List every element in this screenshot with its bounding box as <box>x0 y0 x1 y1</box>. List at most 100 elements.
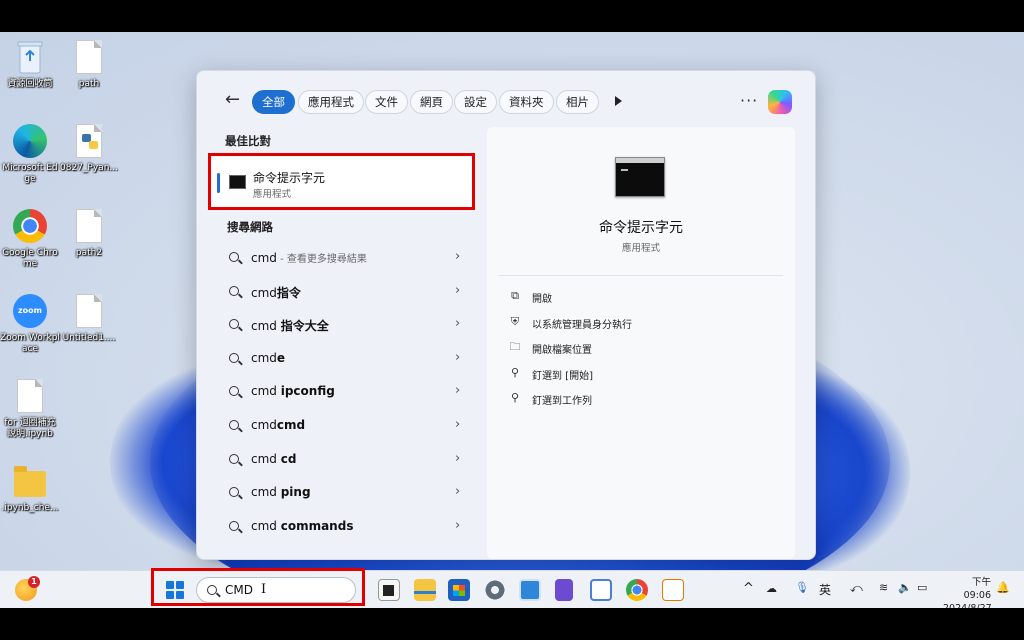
annotation-highlight-search-box <box>151 568 365 606</box>
suggestion-text: ipconfig <box>280 384 335 399</box>
web-result-row[interactable]: cmdcmd › <box>219 412 469 442</box>
web-result-row[interactable]: cmd commands › <box>219 513 469 543</box>
notification-badge: 1 <box>28 576 40 588</box>
action-label: 釘選到工作列 <box>532 396 592 407</box>
folder-icon: 🗀 <box>509 340 521 353</box>
desktop-icon-zoom[interactable]: zoom Zoom Workplace <box>0 292 60 355</box>
search-icon <box>229 420 239 430</box>
desktop-icon-label: Zoom Workplace <box>0 333 60 354</box>
search-icon <box>229 487 239 498</box>
top-letterbox <box>0 0 1024 32</box>
web-result-text: cmd 指令大全 <box>251 317 329 334</box>
notepad-icon[interactable] <box>590 579 612 601</box>
query-text: cmd <box>251 251 277 265</box>
search-icon <box>229 386 239 397</box>
bottom-letterbox <box>0 608 1024 640</box>
web-result-row[interactable]: cmd - 查看更多搜尋結果 › <box>219 244 469 274</box>
action-pin-to-start[interactable]: ⚲ 釘選到 [開始] <box>509 364 769 384</box>
chevron-right-icon: › <box>455 282 461 298</box>
web-result-text: cmdcmd <box>251 418 305 432</box>
tab-web[interactable]: 網頁 <box>410 90 453 114</box>
action-label: 以系統管理員身分執行 <box>532 320 632 331</box>
web-result-row[interactable]: cmd ping › <box>219 479 469 509</box>
chevron-right-icon: › <box>455 383 461 399</box>
tab-all[interactable]: 全部 <box>252 90 295 114</box>
desktop-icon-untitled[interactable]: Untitled1.... <box>59 292 119 344</box>
settings-gear-icon[interactable] <box>484 579 506 601</box>
desktop-icon-edge[interactable]: Microsoft Edge <box>0 122 60 185</box>
ime-language-indicator[interactable]: 英 <box>819 581 831 598</box>
desktop-icon-label: .ipynb_che... <box>1 503 59 513</box>
copilot-icon[interactable] <box>768 90 792 114</box>
detail-app-type: 應用程式 <box>621 243 660 254</box>
query-text: cmd <box>251 319 281 334</box>
more-options-icon[interactable]: ··· <box>740 91 758 110</box>
tab-apps[interactable]: 應用程式 <box>298 90 364 114</box>
web-result-row[interactable]: cmd 指令大全 › <box>219 311 469 341</box>
suggestion-text: cd <box>280 451 297 466</box>
chevron-right-icon: › <box>455 349 461 365</box>
desktop-icon-path2[interactable]: path2 <box>59 207 119 259</box>
action-run-as-admin[interactable]: ⛨ 以系統管理員身分執行 <box>509 313 769 333</box>
command-prompt-large-icon <box>615 157 665 197</box>
paint-icon[interactable] <box>662 579 684 601</box>
desktop-icon-label: Google Chrome <box>2 248 58 269</box>
suggestion-suffix: - 查看更多搜尋結果 <box>276 254 367 265</box>
chrome-taskbar-icon[interactable] <box>626 579 648 601</box>
action-open-file-location[interactable]: 🗀 開啟檔案位置 <box>509 338 769 358</box>
tab-documents[interactable]: 文件 <box>365 90 408 114</box>
tab-settings[interactable]: 設定 <box>454 90 497 114</box>
detail-app-name: 命令提示字元 <box>599 220 683 236</box>
task-view-icon[interactable] <box>378 579 400 601</box>
desktop-icon-checkpoints-folder[interactable]: .ipynb_che... <box>0 462 60 514</box>
web-result-row[interactable]: cmd cd › <box>219 446 469 476</box>
photos-app-icon[interactable] <box>519 579 541 601</box>
search-icon <box>229 319 239 330</box>
desktop-icon-ipynb[interactable]: for 迴圈補充 說明.ipynb <box>0 377 60 440</box>
volume-icon[interactable]: 🔈 <box>898 581 912 594</box>
action-open[interactable]: ⧉ 開啟 <box>509 287 769 307</box>
suggestion-text: ping <box>280 485 311 500</box>
suggestion-text: commands <box>280 518 354 533</box>
action-label: 開啟 <box>532 294 552 305</box>
cloud-icon[interactable]: ☁ <box>766 582 777 595</box>
more-tabs-arrow-icon[interactable] <box>615 96 622 106</box>
search-icon <box>229 520 239 531</box>
ime-mode-icon[interactable]: ⤺ <box>850 581 863 596</box>
desktop-icon-python-file[interactable]: 0827_Pyan... <box>59 122 119 174</box>
show-hidden-icons-chevron-icon[interactable]: ^ <box>743 581 754 596</box>
best-match-heading: 最佳比對 <box>225 134 271 148</box>
clock-time: 下午 09:06 <box>963 577 991 601</box>
wifi-icon[interactable]: ≋ <box>879 581 888 594</box>
desktop-icon-chrome[interactable]: Google Chrome <box>0 207 60 270</box>
suggestion-text: e <box>276 350 286 365</box>
desktop-icon-path[interactable]: path <box>59 38 119 90</box>
snipping-tool-icon[interactable] <box>555 579 573 601</box>
suggestion-text: 指令 <box>276 285 301 300</box>
web-result-row[interactable]: cmd指令 › <box>219 278 469 308</box>
tab-photos[interactable]: 相片 <box>556 90 599 114</box>
tab-folders[interactable]: 資料夾 <box>499 90 554 114</box>
web-result-text: cmd指令 <box>251 284 301 301</box>
web-result-row[interactable]: cmd ipconfig › <box>219 378 469 408</box>
divider <box>499 275 783 276</box>
battery-icon[interactable]: ▭ <box>917 581 927 594</box>
web-search-heading: 搜尋網路 <box>227 220 273 234</box>
desktop-icon-label: Untitled1.... <box>62 333 116 343</box>
action-pin-to-taskbar[interactable]: ⚲ 釘選到工作列 <box>509 389 769 409</box>
chevron-right-icon: › <box>455 417 461 432</box>
file-explorer-icon[interactable] <box>414 579 436 601</box>
microphone-icon[interactable]: 🎙 <box>795 581 809 594</box>
edge-icon <box>13 122 47 160</box>
python-file-icon <box>72 122 106 160</box>
web-result-row[interactable]: cmde › <box>219 345 469 375</box>
action-label: 釘選到 [開始] <box>532 371 593 382</box>
search-flyout: ← 全部 應用程式 文件 網頁 設定 資料夾 相片 ··· 最佳比對 命令提示字… <box>196 70 816 560</box>
back-arrow-icon[interactable]: ← <box>225 91 240 109</box>
search-icon <box>229 285 239 296</box>
desktop-icon-label: 0827_Pyan... <box>60 163 118 173</box>
desktop-icon-recycle-bin[interactable]: 資源回收筒 <box>0 38 60 90</box>
result-detail-pane: 命令提示字元 應用程式 ⧉ 開啟 ⛨ 以系統管理員身分執行 🗀 開啟檔案位置 ⚲… <box>487 127 795 559</box>
microsoft-store-icon[interactable] <box>448 579 470 601</box>
notification-bell-icon[interactable]: 🔔 <box>996 581 1010 594</box>
